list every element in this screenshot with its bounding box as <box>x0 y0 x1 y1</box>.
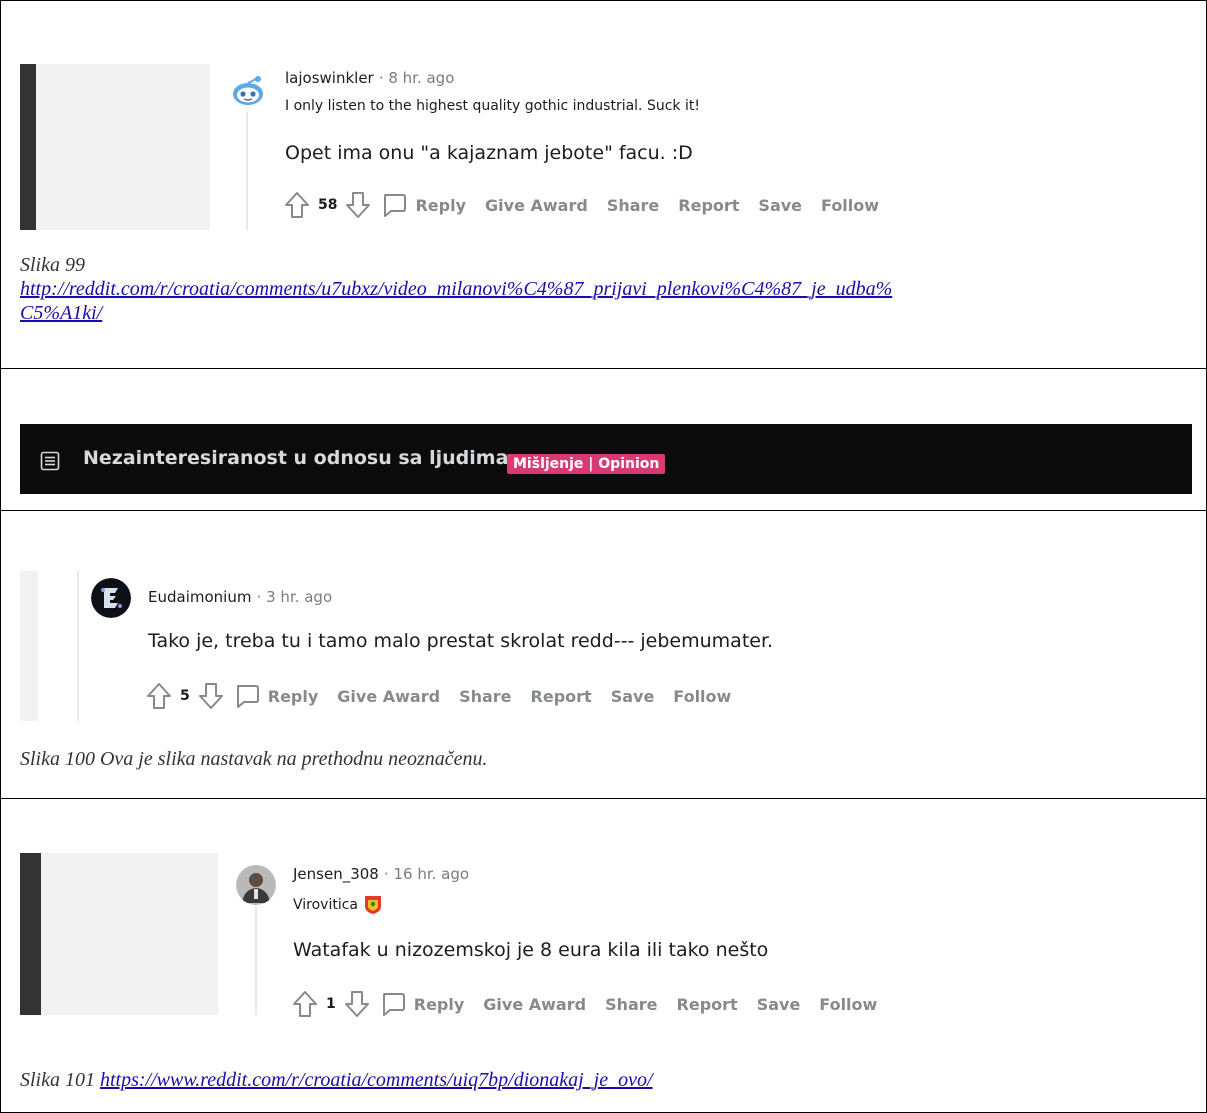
comment-bubble-icon[interactable] <box>234 683 260 709</box>
post-title[interactable]: Nezainteresiranost u odnosu sa ljudima <box>83 447 508 469</box>
share-button[interactable]: Share <box>459 687 511 706</box>
reply-button[interactable]: Reply <box>415 196 466 215</box>
thread-line[interactable] <box>246 112 248 230</box>
thread-gutter <box>20 571 38 721</box>
figure-caption-100: Slika 100 Ova je slika nastavak na preth… <box>20 748 488 770</box>
comment-actions: 1 Reply Give Award Share Report Save Fol… <box>292 990 896 1018</box>
post-title-banner[interactable]: Nezainteresiranost u odnosu sa ljudima M… <box>20 424 1192 494</box>
give-award-button[interactable]: Give Award <box>337 687 440 706</box>
share-button[interactable]: Share <box>607 196 659 215</box>
report-button[interactable]: Report <box>677 995 738 1014</box>
comment-timestamp[interactable]: · 8 hr. ago <box>379 69 455 87</box>
user-flair: I only listen to the highest quality got… <box>285 98 700 114</box>
comment-body: Tako je, treba tu i tamo malo prestat sk… <box>148 630 774 652</box>
comment-body: Opet ima onu "a kajaznam jebote" facu. :… <box>285 142 693 164</box>
photo-avatar-icon[interactable] <box>236 865 276 905</box>
thread-gutter <box>41 853 218 1015</box>
figure-caption-99: Slika 99 http://reddit.com/r/croatia/com… <box>20 253 892 325</box>
upvote-icon[interactable] <box>146 682 172 710</box>
save-button[interactable]: Save <box>611 687 655 706</box>
comment-body: Watafak u nizozemskoj je 8 eura kila ili… <box>293 939 769 961</box>
thread-bar <box>20 853 41 1015</box>
comment-username[interactable]: Jensen_308 <box>293 865 379 883</box>
row-divider <box>0 510 1207 511</box>
caption-label: Slika 101 <box>20 1069 95 1091</box>
vote-score: 5 <box>180 688 190 704</box>
thread-bar <box>20 64 36 230</box>
save-button[interactable]: Save <box>758 196 802 215</box>
upvote-icon[interactable] <box>292 990 318 1018</box>
downvote-icon[interactable] <box>344 990 370 1018</box>
give-award-button[interactable]: Give Award <box>483 995 586 1014</box>
comment-timestamp[interactable]: · 3 hr. ago <box>257 588 333 606</box>
comment-timestamp[interactable]: · 16 hr. ago <box>384 865 469 883</box>
report-button[interactable]: Report <box>531 687 592 706</box>
thread-line[interactable] <box>77 571 79 721</box>
give-award-button[interactable]: Give Award <box>485 196 588 215</box>
post-flair-tag[interactable]: Mišljenje | Opinion <box>507 454 666 474</box>
follow-button[interactable]: Follow <box>673 687 731 706</box>
dark-emblem-avatar-icon[interactable] <box>91 578 131 618</box>
user-flair: Virovitica <box>293 897 359 913</box>
reply-button[interactable]: Reply <box>414 995 465 1014</box>
comment-actions: 58 Reply Give Award Share Report Save Fo… <box>284 191 898 219</box>
caption-label: Slika 99 <box>20 254 85 276</box>
comment-actions: 5 Reply Give Award Share Report Save Fol… <box>146 682 750 710</box>
caption-link[interactable]: https://www.reddit.com/r/croatia/comment… <box>100 1069 653 1091</box>
share-button[interactable]: Share <box>605 995 657 1014</box>
downvote-icon[interactable] <box>198 682 224 710</box>
report-button[interactable]: Report <box>678 196 739 215</box>
follow-button[interactable]: Follow <box>819 995 877 1014</box>
comment-bubble-icon[interactable] <box>381 192 407 218</box>
row-divider <box>0 798 1207 799</box>
follow-button[interactable]: Follow <box>821 196 879 215</box>
comment-username[interactable]: Eudaimonium <box>148 588 251 606</box>
row-divider <box>0 368 1207 369</box>
post-text-icon <box>40 451 60 471</box>
thread-gutter <box>36 64 210 230</box>
save-button[interactable]: Save <box>757 995 801 1014</box>
figure-caption-101: Slika 101 https://www.reddit.com/r/croat… <box>20 1068 653 1092</box>
upvote-icon[interactable] <box>284 191 310 219</box>
reddit-snoo-avatar-icon[interactable] <box>228 70 268 110</box>
reply-button[interactable]: Reply <box>268 687 319 706</box>
vote-score: 58 <box>318 197 338 213</box>
comment-bubble-icon[interactable] <box>380 991 406 1017</box>
thread-line[interactable] <box>255 906 257 1015</box>
downvote-icon[interactable] <box>345 191 371 219</box>
comment-username[interactable]: lajoswinkler <box>285 69 374 87</box>
caption-link[interactable]: http://reddit.com/r/croatia/comments/u7u… <box>20 278 892 324</box>
vote-score: 1 <box>326 996 336 1012</box>
coat-of-arms-icon <box>364 895 382 915</box>
